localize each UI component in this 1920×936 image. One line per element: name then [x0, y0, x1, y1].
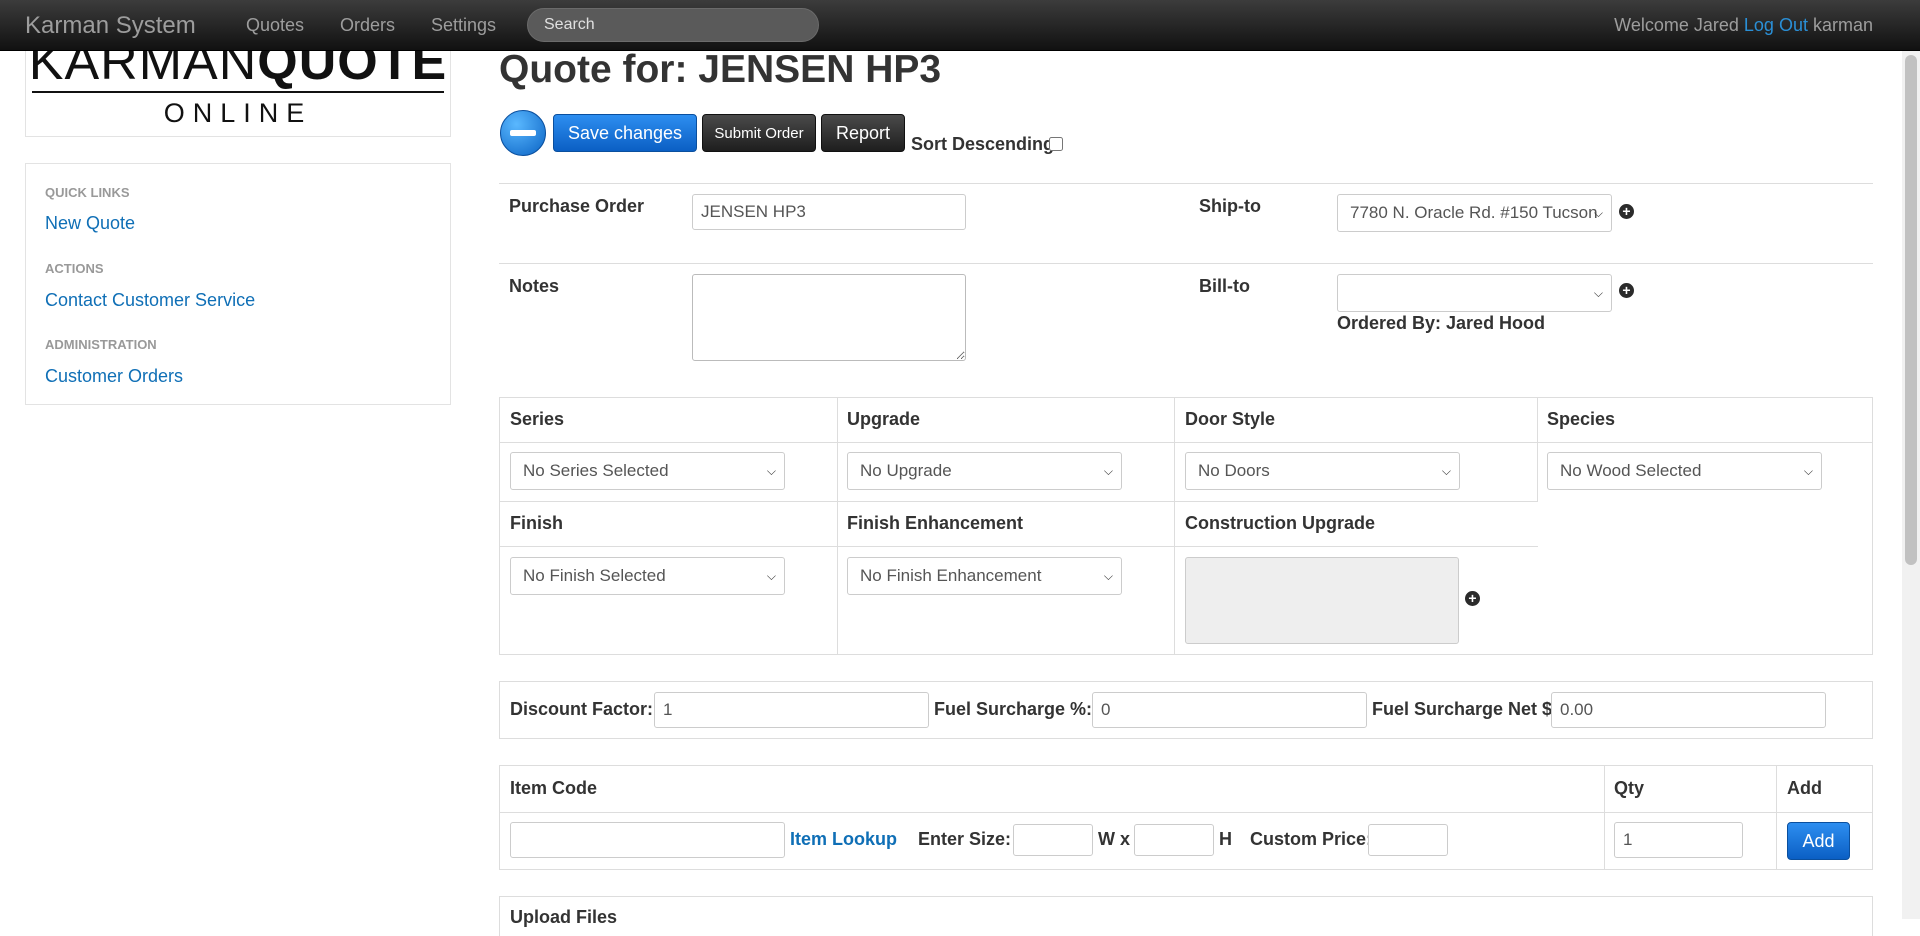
chevron-down-icon: ⌵ — [1441, 464, 1451, 478]
sort-descending-label: Sort Descending — [911, 134, 1055, 154]
door-style-label: Door Style — [1185, 409, 1276, 429]
finish-enhancement-label: Finish Enhancement — [847, 513, 1024, 533]
actions-header: ACTIONS — [45, 261, 104, 276]
construction-upgrade-listbox[interactable] — [1185, 557, 1459, 644]
page-title: Quote for: JENSEN HP3 — [499, 48, 942, 91]
navbar-brand[interactable]: Karman System — [25, 12, 196, 40]
nav-link-quotes[interactable]: Quotes — [246, 15, 304, 36]
chevron-down-icon: ⌵ — [1103, 464, 1113, 478]
bill-to-label: Bill-to — [1199, 276, 1250, 296]
chevron-down-icon: ⌵ — [1103, 569, 1113, 583]
fuel-surcharge-pct-label: Fuel Surcharge %: — [934, 699, 1093, 719]
username-text: karman — [1812, 15, 1873, 35]
sidebar-item-new-quote[interactable]: New Quote — [45, 213, 135, 234]
fuel-surcharge-net-input[interactable] — [1551, 692, 1826, 728]
purchase-order-input[interactable] — [692, 194, 966, 230]
divider — [499, 183, 1873, 184]
chevron-down-icon: ⌵ — [766, 464, 776, 478]
save-button[interactable]: Save changes — [553, 114, 697, 152]
quick-links-header: QUICK LINKS — [45, 185, 130, 200]
add-header: Add — [1787, 778, 1822, 798]
item-lookup-link[interactable]: Item Lookup — [790, 829, 897, 850]
qty-input[interactable] — [1614, 822, 1743, 858]
upgrade-label: Upgrade — [847, 409, 921, 429]
upload-files-title: Upload Files — [510, 907, 618, 927]
discount-factor-label: Discount Factor: — [510, 699, 654, 719]
custom-price-label: Custom Price: — [1250, 829, 1373, 849]
chevron-down-icon: ⌵ — [1593, 286, 1603, 300]
nav-link-settings[interactable]: Settings — [431, 15, 496, 36]
item-code-header: Item Code — [510, 778, 598, 798]
height-unit-label: H — [1219, 829, 1232, 849]
species-label: Species — [1547, 409, 1616, 429]
discount-factor-input[interactable] — [654, 692, 929, 728]
notes-label: Notes — [509, 276, 560, 296]
finish-enhancement-select[interactable]: No Finish Enhancement ⌵ — [847, 557, 1122, 595]
logout-link[interactable]: Log Out — [1744, 15, 1808, 35]
upload-files-panel: Upload Files — [499, 896, 1873, 936]
user-area: Welcome Jared Log Out karman — [1614, 15, 1873, 36]
remove-icon-button[interactable] — [500, 110, 546, 156]
custom-price-input[interactable] — [1368, 824, 1448, 856]
width-input[interactable] — [1013, 824, 1093, 856]
bill-to-select[interactable]: ⌵ — [1337, 274, 1612, 312]
enter-size-label: Enter Size: — [918, 829, 1012, 849]
ordered-by-text: Ordered By: Jared Hood — [1337, 313, 1546, 333]
search-input[interactable] — [527, 8, 819, 42]
sidebar-item-customer-orders[interactable]: Customer Orders — [45, 366, 183, 387]
width-unit-label: W x — [1098, 829, 1131, 849]
item-code-input[interactable] — [510, 822, 785, 858]
finish-label: Finish — [510, 513, 563, 533]
add-item-button[interactable]: Add — [1787, 822, 1850, 860]
height-input[interactable] — [1134, 824, 1214, 856]
series-select[interactable]: No Series Selected ⌵ — [510, 452, 785, 490]
ship-to-select[interactable]: 7780 N. Oracle Rd. #150 Tucson ⌵ — [1337, 194, 1612, 232]
ship-to-label: Ship-to — [1199, 196, 1261, 216]
sidebar-panel: QUICK LINKS New Quote ACTIONS Contact Cu… — [25, 163, 451, 405]
chevron-down-icon: ⌵ — [1593, 206, 1603, 220]
sidebar-item-contact[interactable]: Contact Customer Service — [45, 290, 255, 311]
construction-upgrade-label: Construction Upgrade — [1185, 513, 1376, 533]
page-scrollbar[interactable] — [1902, 51, 1920, 919]
divider — [499, 263, 1873, 264]
logo-rule — [32, 91, 444, 93]
submit-order-button[interactable]: Submit Order — [702, 114, 816, 152]
chevron-down-icon: ⌵ — [766, 569, 776, 583]
upgrade-select[interactable]: No Upgrade ⌵ — [847, 452, 1122, 490]
add-construction-upgrade-icon[interactable]: + — [1465, 591, 1480, 606]
add-ship-to-icon[interactable]: + — [1619, 204, 1634, 219]
report-button[interactable]: Report — [821, 114, 905, 152]
finish-select[interactable]: No Finish Selected ⌵ — [510, 557, 785, 595]
sort-descending-checkbox[interactable] — [1049, 137, 1063, 151]
chevron-down-icon: ⌵ — [1803, 464, 1813, 478]
series-label: Series — [510, 409, 565, 429]
welcome-text: Welcome Jared — [1614, 15, 1739, 35]
notes-textarea[interactable] — [692, 274, 966, 361]
fuel-surcharge-net-label: Fuel Surcharge Net $ — [1372, 699, 1553, 719]
top-navbar: Karman System Quotes Orders Settings Wel… — [0, 0, 1920, 51]
scrollbar-thumb[interactable] — [1905, 55, 1917, 565]
qty-header: Qty — [1614, 778, 1645, 798]
logo-subtitle: ONLINE — [163, 98, 313, 128]
species-select[interactable]: No Wood Selected ⌵ — [1547, 452, 1822, 490]
door-style-select[interactable]: No Doors ⌵ — [1185, 452, 1460, 490]
fuel-surcharge-pct-input[interactable] — [1092, 692, 1367, 728]
nav-link-orders[interactable]: Orders — [340, 15, 395, 36]
add-bill-to-icon[interactable]: + — [1619, 283, 1634, 298]
purchase-order-label: Purchase Order — [509, 196, 645, 216]
administration-header: ADMINISTRATION — [45, 337, 157, 352]
